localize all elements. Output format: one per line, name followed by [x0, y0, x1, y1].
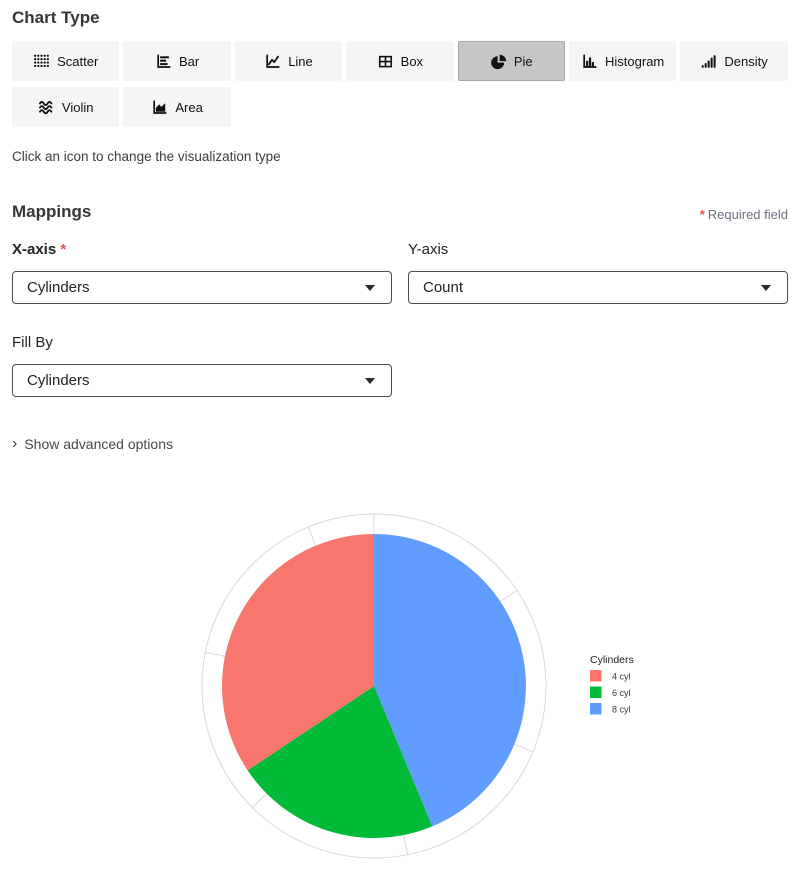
pie-icon [490, 53, 507, 70]
pie-chart: Cylinders 4 cyl 6 cyl 8 cyl [52, 476, 752, 890]
chart-type-button-label: Scatter [57, 54, 98, 69]
density-icon [700, 53, 717, 70]
bar-icon [155, 53, 172, 70]
chart-type-button-label: Box [401, 54, 423, 69]
x-axis-selected-value: Cylinders [27, 279, 90, 296]
polar-axis-tick [514, 744, 533, 752]
chart-type-button-histogram[interactable]: Histogram [569, 41, 676, 81]
required-field-text: Required field [708, 207, 788, 222]
chart-type-button-pie[interactable]: Pie [458, 41, 565, 81]
legend-title: Cylinders [590, 654, 634, 666]
y-axis-selected-value: Count [423, 279, 463, 296]
polar-axis-tick [252, 794, 266, 808]
chart-type-button-violin[interactable]: Violin [12, 87, 119, 127]
required-field-note: *Required field [700, 207, 788, 222]
mappings-title: Mappings [12, 202, 91, 222]
legend-label: 4 cyl [612, 672, 631, 682]
chart-type-button-bar[interactable]: Bar [123, 41, 230, 81]
chart-type-button-label: Violin [62, 100, 94, 115]
chart-type-caption: Click an icon to change the visualizatio… [12, 149, 788, 164]
fill-by-select[interactable]: Cylinders [12, 364, 392, 397]
histogram-icon [581, 53, 598, 70]
x-axis-label: X-axis * [12, 241, 392, 258]
violin-icon [38, 99, 55, 116]
fill-by-row: Fill By Cylinders [12, 334, 788, 397]
required-asterisk-icon: * [700, 207, 705, 222]
fill-by-field: Fill By Cylinders [12, 334, 392, 397]
chart-type-button-label: Density [724, 54, 767, 69]
polar-axis-tick [308, 527, 316, 546]
chevron-down-icon [365, 378, 375, 384]
chart-type-button-scatter[interactable]: Scatter [12, 41, 119, 81]
chart-type-button-label: Pie [514, 54, 533, 69]
area-icon [151, 99, 168, 116]
chart-type-button-line[interactable]: Line [235, 41, 342, 81]
chart-type-button-area[interactable]: Area [123, 87, 230, 127]
chart-type-button-label: Area [175, 100, 202, 115]
x-axis-field: X-axis * Cylinders [12, 241, 392, 304]
chart-type-button-label: Histogram [605, 54, 664, 69]
chart-area: Cylinders 4 cyl 6 cyl 8 cyl [12, 476, 788, 890]
chart-type-button-label: Line [288, 54, 313, 69]
legend-label: 8 cyl [612, 705, 631, 715]
chevron-right-icon: › [12, 437, 17, 451]
fill-by-selected-value: Cylinders [27, 372, 90, 389]
line-icon [264, 53, 281, 70]
legend-swatch-8-cyl [590, 703, 602, 715]
scatter-icon [33, 53, 50, 70]
chart-type-button-label: Bar [179, 54, 199, 69]
chart-type-button-density[interactable]: Density [680, 41, 787, 81]
legend-swatch-4-cyl [590, 670, 602, 682]
legend-label: 6 cyl [612, 688, 631, 698]
legend-swatch-6-cyl [590, 687, 602, 699]
x-axis-select[interactable]: Cylinders [12, 271, 392, 304]
y-axis-field: Y-axis Count [408, 241, 788, 304]
show-advanced-options-label: Show advanced options [24, 436, 173, 452]
polar-axis-tick [205, 652, 225, 656]
chevron-down-icon [761, 285, 771, 291]
y-axis-select[interactable]: Count [408, 271, 788, 304]
show-advanced-options-link[interactable]: › Show advanced options [12, 436, 788, 452]
chart-type-button-box[interactable]: Box [346, 41, 453, 81]
required-asterisk-icon: * [60, 241, 66, 258]
y-axis-label: Y-axis [408, 241, 788, 258]
chart-builder-panel: Chart Type Scatter Bar Line Box Pie Histogram… [0, 0, 800, 890]
chart-type-title: Chart Type [12, 8, 788, 28]
polar-axis-tick [500, 590, 517, 601]
box-icon [377, 53, 394, 70]
mappings-header: Mappings *Required field [12, 202, 788, 222]
axis-fields-row: X-axis * Cylinders Y-axis Count [12, 241, 788, 304]
polar-axis-tick [404, 835, 408, 855]
fill-by-label: Fill By [12, 334, 392, 351]
chart-type-buttons: Scatter Bar Line Box Pie Histogram Density Viol… [12, 41, 790, 127]
chevron-down-icon [365, 285, 375, 291]
